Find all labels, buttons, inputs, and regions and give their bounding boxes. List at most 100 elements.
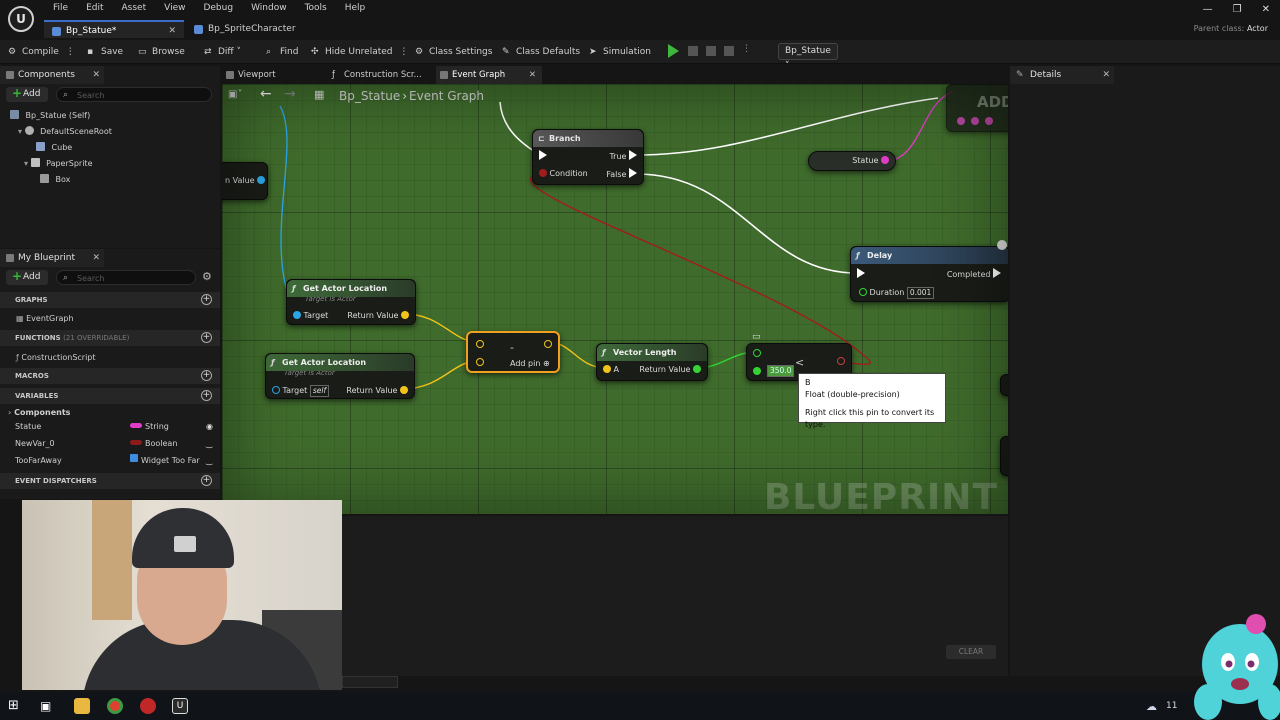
statue-output-pin[interactable]: Statue [852, 155, 889, 167]
clear-button[interactable]: CLEAR [946, 645, 996, 659]
duration-input[interactable]: 0.001 [906, 287, 935, 299]
menu-debug[interactable]: Debug [194, 2, 242, 14]
variable-type[interactable]: Boolean [130, 436, 177, 451]
hide-unrelated-options-icon[interactable]: ⋮ [399, 47, 408, 57]
details-tab[interactable]: ✎ Details ✕ [1010, 66, 1114, 84]
float-pin-dot[interactable] [753, 367, 761, 375]
string-pin-dot[interactable] [985, 117, 993, 125]
variable-type[interactable]: Widget Too Far [130, 453, 200, 468]
string-pin-dot[interactable] [971, 117, 979, 125]
node-partial-left[interactable]: n Value [222, 162, 268, 200]
stop-icon[interactable] [706, 46, 716, 56]
add-graph-icon[interactable]: + [201, 294, 212, 305]
forward-arrow-icon[interactable]: → [284, 86, 296, 102]
graph-menu-icon[interactable]: ▣˅ [228, 89, 242, 100]
exec-pin-icon[interactable] [997, 240, 1007, 250]
branch-exec-in-pin[interactable] [539, 150, 547, 162]
components-category[interactable]: › Components [0, 405, 220, 420]
variable-item-newvar0[interactable]: NewVar_0 Boolean ‿ [0, 436, 220, 451]
return-value-pin[interactable]: Return Value [347, 310, 409, 322]
app-icon[interactable] [140, 698, 156, 714]
unreal-taskbar-icon[interactable]: U [172, 698, 188, 714]
close-icon[interactable]: ✕ [529, 66, 536, 84]
delay-completed-pin[interactable]: Completed [947, 268, 1001, 280]
my-blueprint-tab[interactable]: My Blueprint ✕ [0, 249, 104, 267]
unreal-logo-icon[interactable]: U [8, 6, 34, 32]
close-icon[interactable]: ✕ [92, 66, 100, 84]
close-icon[interactable]: ✕ [1262, 4, 1270, 15]
bool-pin-dot[interactable] [837, 357, 845, 365]
play-options-icon[interactable]: ⋮ [742, 44, 751, 58]
doc-tab-bp-spritecharacter[interactable]: Bp_SpriteCharacter [186, 20, 306, 38]
node-vector-length[interactable]: ƒ Vector Length A Return Value [596, 343, 708, 381]
vector-pin-dot[interactable] [476, 358, 484, 366]
node-partial-right-2[interactable] [1000, 436, 1008, 476]
node-get-actor-location-2[interactable]: ƒ Get Actor Location Target is Actor Tar… [265, 353, 415, 399]
tab-construction-script[interactable]: ƒ Construction Scr... [328, 66, 434, 84]
branch-condition-pin[interactable]: Condition [539, 168, 588, 180]
graph-item-eventgraph[interactable]: ▦ EventGraph [0, 311, 220, 326]
eye-closed-icon[interactable]: ‿ [206, 453, 212, 468]
target-self-input[interactable]: self [309, 385, 330, 397]
my-blueprint-search-input[interactable]: ⌕ Search [56, 270, 196, 285]
return-value-pin[interactable]: Return Value [639, 364, 701, 376]
add-macro-icon[interactable]: + [201, 370, 212, 381]
compile-button[interactable]: ⚙ Compile ⋮ [8, 44, 75, 60]
debug-object-select[interactable]: Bp_Statue ˅ [778, 43, 838, 71]
simulation-button[interactable]: ➤ Simulation [589, 44, 651, 60]
menu-window[interactable]: Window [242, 2, 296, 14]
variable-item-statue[interactable]: Statue String ◉ [0, 419, 220, 434]
compile-options-icon[interactable]: ⋮ [66, 47, 75, 57]
add-pin-button[interactable]: Add pin ⊕ [510, 359, 550, 368]
chrome-icon[interactable] [107, 698, 123, 714]
target-pin[interactable]: Target self [272, 385, 330, 397]
find-button[interactable]: ⌕ Find [266, 44, 298, 60]
function-item-constructionscript[interactable]: ƒ ConstructionScript [0, 350, 220, 365]
tree-item-box[interactable]: Box [40, 173, 70, 187]
branch-false-pin[interactable]: False [606, 168, 637, 180]
weather-cloud-icon[interactable]: ☁ [1146, 700, 1157, 713]
tree-item-papersprite[interactable]: ▾ PaperSprite [24, 157, 93, 171]
tree-item-cube[interactable]: Cube [36, 141, 72, 155]
parent-class-value[interactable]: Actor [1247, 24, 1268, 33]
breadcrumb-graph[interactable]: Event Graph [409, 89, 484, 103]
menu-asset[interactable]: Asset [113, 2, 156, 14]
file-explorer-icon[interactable] [74, 698, 90, 714]
add-component-button[interactable]: Add [6, 86, 48, 102]
components-search-input[interactable]: ⌕ Search [56, 87, 212, 102]
breakpoint-icon[interactable]: ▭ [752, 332, 761, 342]
branch-true-pin[interactable]: True [609, 150, 637, 162]
back-arrow-icon[interactable]: ← [260, 86, 272, 102]
value-pin[interactable]: n Value [225, 175, 266, 187]
tree-item-defaultsceneroot[interactable]: ▾ DefaultSceneRoot [18, 125, 112, 139]
taskbar-clock[interactable]: 11 [1166, 701, 1177, 711]
event-graph-canvas[interactable]: ▣˅ ← → ▦ Bp_Statue › Event Graph n Value ⊏… [222, 84, 1008, 514]
hide-unrelated-button[interactable]: ✣ Hide Unrelated ⋮ [311, 44, 408, 60]
delay-duration-pin[interactable]: Duration 0.001 [859, 287, 935, 299]
close-icon[interactable]: ✕ [92, 249, 100, 267]
step-icon[interactable] [688, 46, 698, 56]
node-statue-variable[interactable]: Statue [808, 151, 896, 171]
settings-gear-icon[interactable]: ⚙ [202, 270, 212, 283]
vector-a-pin[interactable]: A [603, 364, 619, 376]
delay-exec-in-pin[interactable] [857, 268, 865, 280]
macros-section-header[interactable]: MACROS + [0, 368, 220, 384]
add-function-icon[interactable]: + [201, 332, 212, 343]
close-icon[interactable]: ✕ [1102, 66, 1110, 84]
tree-item-self[interactable]: Bp_Statue (Self) [10, 109, 90, 123]
browse-button[interactable]: ▭ Browse [138, 44, 185, 60]
return-value-pin[interactable]: Return Value [346, 385, 408, 397]
eject-icon[interactable] [724, 46, 734, 56]
minimize-icon[interactable]: — [1203, 4, 1213, 15]
menu-edit[interactable]: Edit [77, 2, 112, 14]
eye-icon[interactable]: ◉ [206, 419, 213, 434]
node-branch[interactable]: ⊏ Branch True Condition False [532, 129, 644, 185]
task-view-icon[interactable]: ▣ [40, 698, 56, 714]
variable-type[interactable]: String [130, 419, 169, 434]
object-pin-dot[interactable] [257, 176, 266, 184]
menu-tools[interactable]: Tools [296, 2, 336, 14]
node-partial-right-1[interactable] [1000, 374, 1008, 396]
add-member-button[interactable]: Add [6, 269, 48, 285]
float-pin-dot[interactable] [753, 349, 761, 357]
node-subtract[interactable]: - Add pin ⊕ [466, 331, 560, 373]
